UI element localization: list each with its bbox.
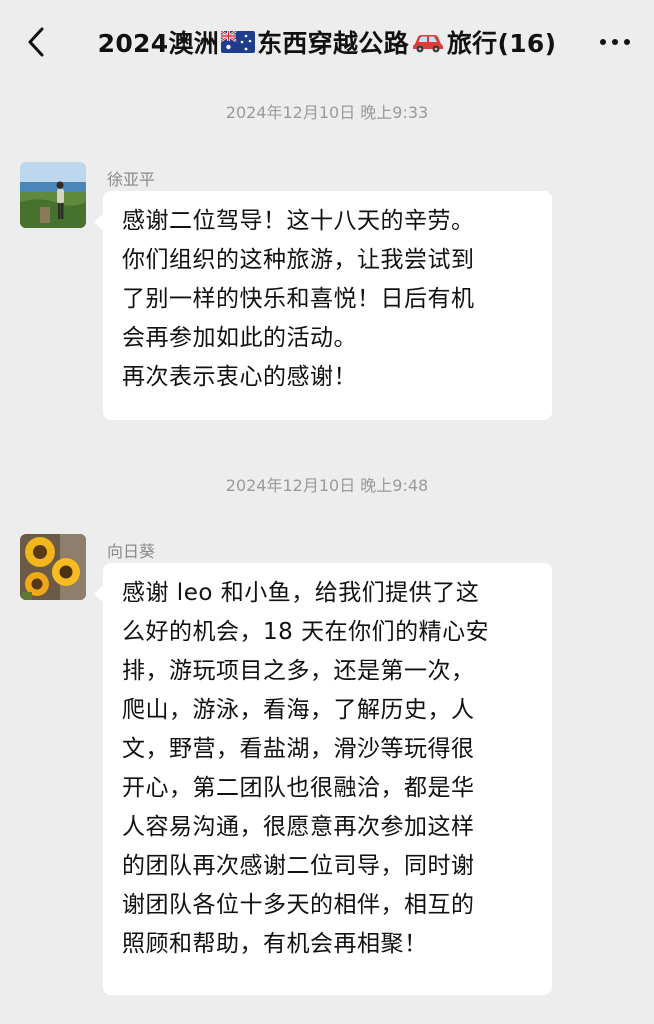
title-text-1: 2024澳洲 <box>97 29 220 58</box>
message-line: 开心，第二团队也很融洽，都是华 <box>122 775 475 801</box>
message-line: 谢团队各位十多天的相伴，相互的 <box>122 892 475 918</box>
sender-name: 徐亚平 <box>107 170 156 189</box>
avatar-beach-photo <box>20 162 86 228</box>
message-bubble[interactable]: 感谢 leo 和小鱼，给我们提供了这 么好的机会，18 天在你们的精心安 排，游… <box>94 563 552 995</box>
message-timestamp: 2024年12月10日 晚上9:48 <box>225 476 429 495</box>
message-bubble[interactable]: 感谢二位驾导！这十八天的辛劳。 你们组织的这种旅游，让我尝试到 了别一样的快乐和… <box>94 191 552 420</box>
title-text-3: 旅行(16) <box>446 29 557 58</box>
message-line: 再次表示衷心的感谢！ <box>122 364 357 390</box>
car-icon <box>412 30 444 54</box>
title-text-2: 东西穿越公路 <box>257 29 409 58</box>
avatar-sunflower-photo <box>20 534 86 600</box>
back-button[interactable] <box>18 22 54 62</box>
chat-title: 2024澳洲 东西穿越公路 旅行(16) <box>70 22 584 62</box>
message-line: 文，野营，看盐湖，滑沙等玩得很 <box>122 736 475 762</box>
message-line: 感谢 leo 和小鱼，给我们提供了这 <box>122 580 480 606</box>
avatar[interactable] <box>20 534 86 600</box>
message-timestamp: 2024年12月10日 晚上9:33 <box>225 103 429 122</box>
message-line: 你们组织的这种旅游，让我尝试到 <box>122 247 475 273</box>
message-line: 爬山，游泳，看海，了解历史，人 <box>122 697 475 723</box>
message-line: 么好的机会，18 天在你们的精心安 <box>122 619 490 645</box>
message-line: 感谢二位驾导！这十八天的辛劳。 <box>122 208 475 234</box>
avatar[interactable] <box>20 162 86 228</box>
chat-header: 2024澳洲 东西穿越公路 旅行(16) <box>0 0 654 84</box>
more-dots-icon <box>600 39 630 45</box>
sender-name: 向日葵 <box>107 542 156 561</box>
chevron-left-icon <box>28 27 44 57</box>
message-line: 人容易沟通，很愿意再次参加这样 <box>122 814 475 840</box>
message-line: 会再参加如此的活动。 <box>122 325 357 351</box>
message-line: 了别一样的快乐和喜悦！日后有机 <box>122 286 475 312</box>
message-line: 照顾和帮助，有机会再相聚！ <box>122 931 428 957</box>
australia-flag-icon <box>221 31 256 53</box>
message-line: 的团队再次感谢二位司导，同时谢 <box>122 853 475 879</box>
message-line: 排，游玩项目之多，还是第一次， <box>122 658 475 684</box>
more-button[interactable] <box>592 22 638 62</box>
